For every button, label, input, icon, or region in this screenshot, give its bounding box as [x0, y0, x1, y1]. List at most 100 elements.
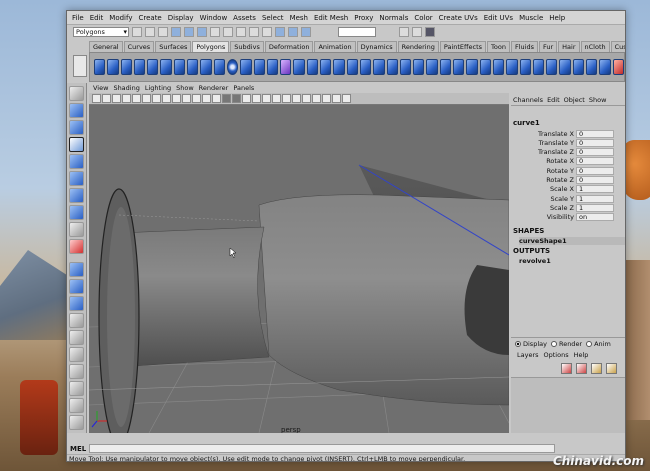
move-layer-up-icon[interactable] — [591, 362, 602, 374]
shelf-tab-surfaces[interactable]: Surfaces — [155, 41, 192, 52]
command-language-label[interactable]: MEL — [67, 445, 89, 453]
backface-culling-icon[interactable] — [332, 94, 341, 103]
snap-point-icon[interactable] — [236, 27, 246, 37]
perspective-viewport[interactable]: persp — [89, 105, 509, 433]
snap-grid-icon[interactable] — [210, 27, 220, 37]
shelf-tab-fluids[interactable]: Fluids — [510, 41, 538, 52]
shelf-tab-custom[interactable]: Custom — [610, 41, 625, 52]
menu-modify[interactable]: Modify — [106, 14, 135, 22]
menu-mesh[interactable]: Mesh — [287, 14, 311, 22]
image-plane-icon[interactable] — [122, 94, 131, 103]
fill-hole-icon[interactable] — [386, 59, 398, 75]
panel-menu-show[interactable]: Show — [176, 84, 194, 92]
panel-menu-renderer[interactable]: Renderer — [199, 84, 229, 92]
panel-menu-panels[interactable]: Panels — [233, 84, 254, 92]
attribute-value-field[interactable]: 1 — [576, 194, 614, 203]
shelf-tab-fur[interactable]: Fur — [538, 41, 558, 52]
shelf-tab-hair[interactable]: Hair — [558, 41, 580, 52]
shelf-tab-curves[interactable]: Curves — [123, 41, 155, 52]
attribute-label[interactable]: Scale Y — [511, 195, 576, 203]
insert-edge-loop-icon[interactable] — [453, 59, 465, 75]
show-manipulator-icon[interactable] — [69, 222, 84, 237]
bevel-icon[interactable] — [532, 59, 545, 75]
separate-icon[interactable] — [266, 59, 279, 75]
layer-menu-layers[interactable]: Layers — [517, 351, 539, 359]
2d-pan-zoom-icon[interactable] — [132, 94, 141, 103]
new-layer-selected-icon[interactable] — [576, 362, 587, 374]
new-scene-icon[interactable] — [132, 27, 142, 37]
attribute-label[interactable]: Rotate X — [511, 157, 576, 165]
single-perspective-layout-icon[interactable] — [69, 262, 84, 277]
safe-title-icon[interactable] — [202, 94, 211, 103]
save-scene-icon[interactable] — [158, 27, 168, 37]
attribute-label[interactable]: Visibility — [511, 213, 576, 221]
new-empty-layer-icon[interactable] — [561, 362, 572, 374]
shadows-icon[interactable] — [272, 94, 281, 103]
menu-assets[interactable]: Assets — [230, 14, 259, 22]
attribute-value-field[interactable]: 1 — [576, 203, 614, 212]
mirror-icon[interactable] — [333, 59, 345, 75]
xray-joints-icon[interactable] — [302, 94, 311, 103]
layer-mode-anim[interactable]: Anim — [586, 340, 611, 348]
quick-select-field[interactable] — [338, 27, 376, 37]
custom-layout-icon[interactable] — [69, 381, 84, 396]
poly-sphere-icon[interactable] — [94, 59, 106, 75]
shelf-tab-dynamics[interactable]: Dynamics — [356, 41, 397, 52]
triangulate-icon[interactable] — [359, 59, 372, 75]
poly-soccer-ball-icon[interactable] — [226, 59, 239, 75]
shelf-tab-toon[interactable]: Toon — [487, 41, 510, 52]
attribute-label[interactable]: Translate Z — [511, 148, 576, 156]
layer-mode-render[interactable]: Render — [550, 340, 582, 348]
collapse-icon[interactable] — [519, 59, 531, 75]
shelf-tab-ncloth[interactable]: nCloth — [580, 41, 610, 52]
bridge-icon[interactable] — [492, 59, 505, 75]
all-lights-icon[interactable] — [262, 94, 271, 103]
grid-icon[interactable] — [142, 94, 151, 103]
split-polygon-icon[interactable] — [439, 59, 452, 75]
shelf-tab-painteffects[interactable]: PaintEffects — [439, 41, 487, 52]
make-hole-icon[interactable] — [399, 59, 412, 75]
channel-box-object-name[interactable]: curve1 — [513, 119, 540, 127]
panel-menu-lighting[interactable]: Lighting — [145, 84, 171, 92]
merge-icon[interactable] — [506, 59, 518, 75]
move-tool-icon[interactable] — [69, 137, 84, 152]
high-quality-icon[interactable] — [282, 94, 291, 103]
panel-menu-view[interactable]: View — [93, 84, 108, 92]
shelf-tab-polygons[interactable]: Polygons — [192, 41, 230, 52]
attribute-label[interactable]: Rotate Y — [511, 167, 576, 175]
poly-helix-icon[interactable] — [213, 59, 225, 75]
hypershade-layout-icon[interactable] — [69, 330, 84, 345]
panel-menu-shading[interactable]: Shading — [113, 84, 139, 92]
attribute-value-field[interactable]: 0 — [576, 166, 614, 175]
attribute-value-field[interactable]: 0 — [576, 157, 614, 166]
safe-action-icon[interactable] — [192, 94, 201, 103]
select-object-icon[interactable] — [184, 27, 194, 37]
persp-outliner-layout-icon[interactable] — [69, 296, 84, 311]
menu-help[interactable]: Help — [546, 14, 568, 22]
extract-icon[interactable] — [280, 59, 292, 75]
poly-cylinder-icon[interactable] — [120, 59, 132, 75]
command-input[interactable] — [89, 444, 555, 453]
offset-edge-loop-icon[interactable] — [466, 59, 478, 75]
lasso-tool-icon[interactable] — [69, 103, 84, 118]
menu-file[interactable]: File — [69, 14, 87, 22]
menu-proxy[interactable]: Proxy — [351, 14, 376, 22]
poly-cone-icon[interactable] — [133, 59, 146, 75]
uv-editor-icon[interactable] — [612, 59, 624, 75]
menu-muscle[interactable]: Muscle — [516, 14, 546, 22]
wireframe-icon[interactable] — [212, 94, 221, 103]
move-layer-down-icon[interactable] — [606, 362, 617, 374]
crease-icon[interactable] — [585, 59, 598, 75]
menu-window[interactable]: Window — [197, 14, 231, 22]
ipr-render-icon[interactable] — [288, 27, 298, 37]
textured-icon[interactable] — [252, 94, 261, 103]
attribute-value-field[interactable]: 0 — [576, 148, 614, 157]
history-icon[interactable] — [262, 27, 272, 37]
menu-set-dropdown[interactable]: Polygons — [73, 27, 129, 37]
attribute-label[interactable]: Translate Y — [511, 139, 576, 147]
attribute-value-field[interactable]: 0 — [576, 176, 614, 184]
poly-torus-icon[interactable] — [160, 59, 172, 75]
isolate-select-icon[interactable] — [312, 94, 321, 103]
universal-manipulator-icon[interactable] — [69, 188, 84, 203]
wedge-icon[interactable] — [546, 59, 558, 75]
